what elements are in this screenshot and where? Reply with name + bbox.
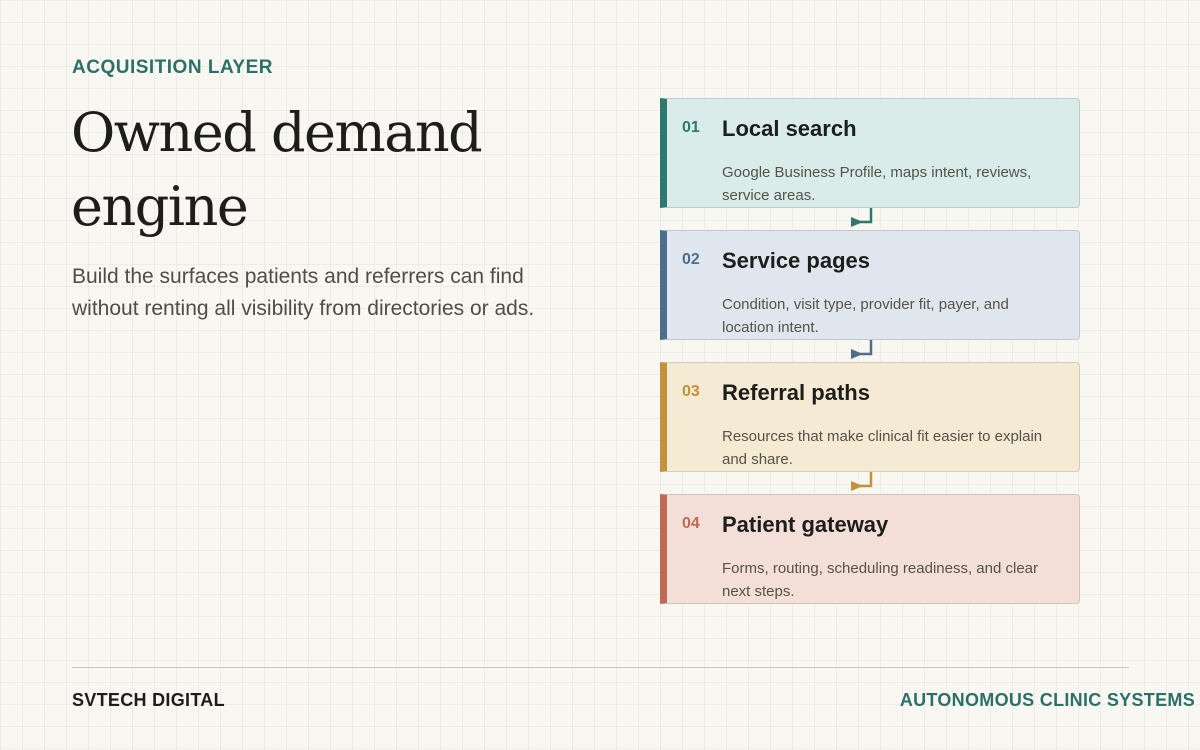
step-connector-arrowhead (851, 217, 863, 227)
step-description-line-2: service areas. (722, 187, 816, 204)
page-subtitle-line-1: Build the surfaces patients and referrer… (72, 265, 524, 288)
step-connector-line (857, 208, 873, 224)
footer-tagline: AUTONOMOUS CLINIC SYSTEMS (899, 690, 1195, 710)
page-subtitle: Build the surfaces patients and referrer… (72, 261, 592, 325)
step-number: 01 (682, 119, 700, 136)
step-card-local-search: 01 Local search Google Business Profile,… (660, 98, 1080, 208)
step-number: 02 (682, 251, 700, 268)
step-number: 04 (682, 515, 700, 532)
step-description: Resources that make clinical fit easier … (722, 425, 1072, 471)
step-description-line-1: Condition, visit type, provider fit, pay… (722, 296, 1009, 313)
step-connector-arrowhead (851, 481, 863, 491)
step-description-line-1: Google Business Profile, maps intent, re… (722, 164, 1032, 181)
page-title-line-1: Owned demand (71, 101, 483, 164)
step-description-line-1: Resources that make clinical fit easier … (722, 428, 1043, 445)
step-card-referral-paths: 03 Referral paths Resources that make cl… (660, 362, 1080, 472)
step-description-line-2: location intent. (722, 319, 819, 336)
step-title: Service pages (722, 248, 870, 273)
step-description-line-1: Forms, routing, scheduling readiness, an… (722, 560, 1038, 577)
step-title: Patient gateway (722, 512, 889, 537)
step-description-line-2: next steps. (722, 583, 795, 600)
step-number: 03 (682, 383, 700, 400)
step-description-line-2: and share. (722, 451, 793, 468)
page-subtitle-line-2: without renting all visibility from dire… (72, 297, 535, 320)
footer-brand: SVTECH DIGITAL (72, 690, 225, 710)
step-card-service-pages: 02 Service pages Condition, visit type, … (660, 230, 1080, 340)
footer-divider (72, 667, 1129, 668)
page-title: Owned demand engine (71, 96, 591, 244)
step-card-patient-gateway: 04 Patient gateway Forms, routing, sched… (660, 494, 1080, 604)
step-connector-line (857, 472, 873, 488)
step-connector-line (857, 340, 873, 356)
step-connector-arrowhead (851, 349, 863, 359)
funnel-steps: 01 Local search Google Business Profile,… (660, 98, 1080, 604)
page-title-line-2: engine (71, 175, 249, 238)
step-title: Local search (722, 116, 857, 141)
step-description: Forms, routing, scheduling readiness, an… (722, 557, 1072, 603)
step-description: Google Business Profile, maps intent, re… (722, 161, 1072, 207)
step-description: Condition, visit type, provider fit, pay… (722, 293, 1072, 339)
eyebrow-label: ACQUISITION LAYER (72, 57, 273, 78)
step-title: Referral paths (722, 380, 870, 405)
